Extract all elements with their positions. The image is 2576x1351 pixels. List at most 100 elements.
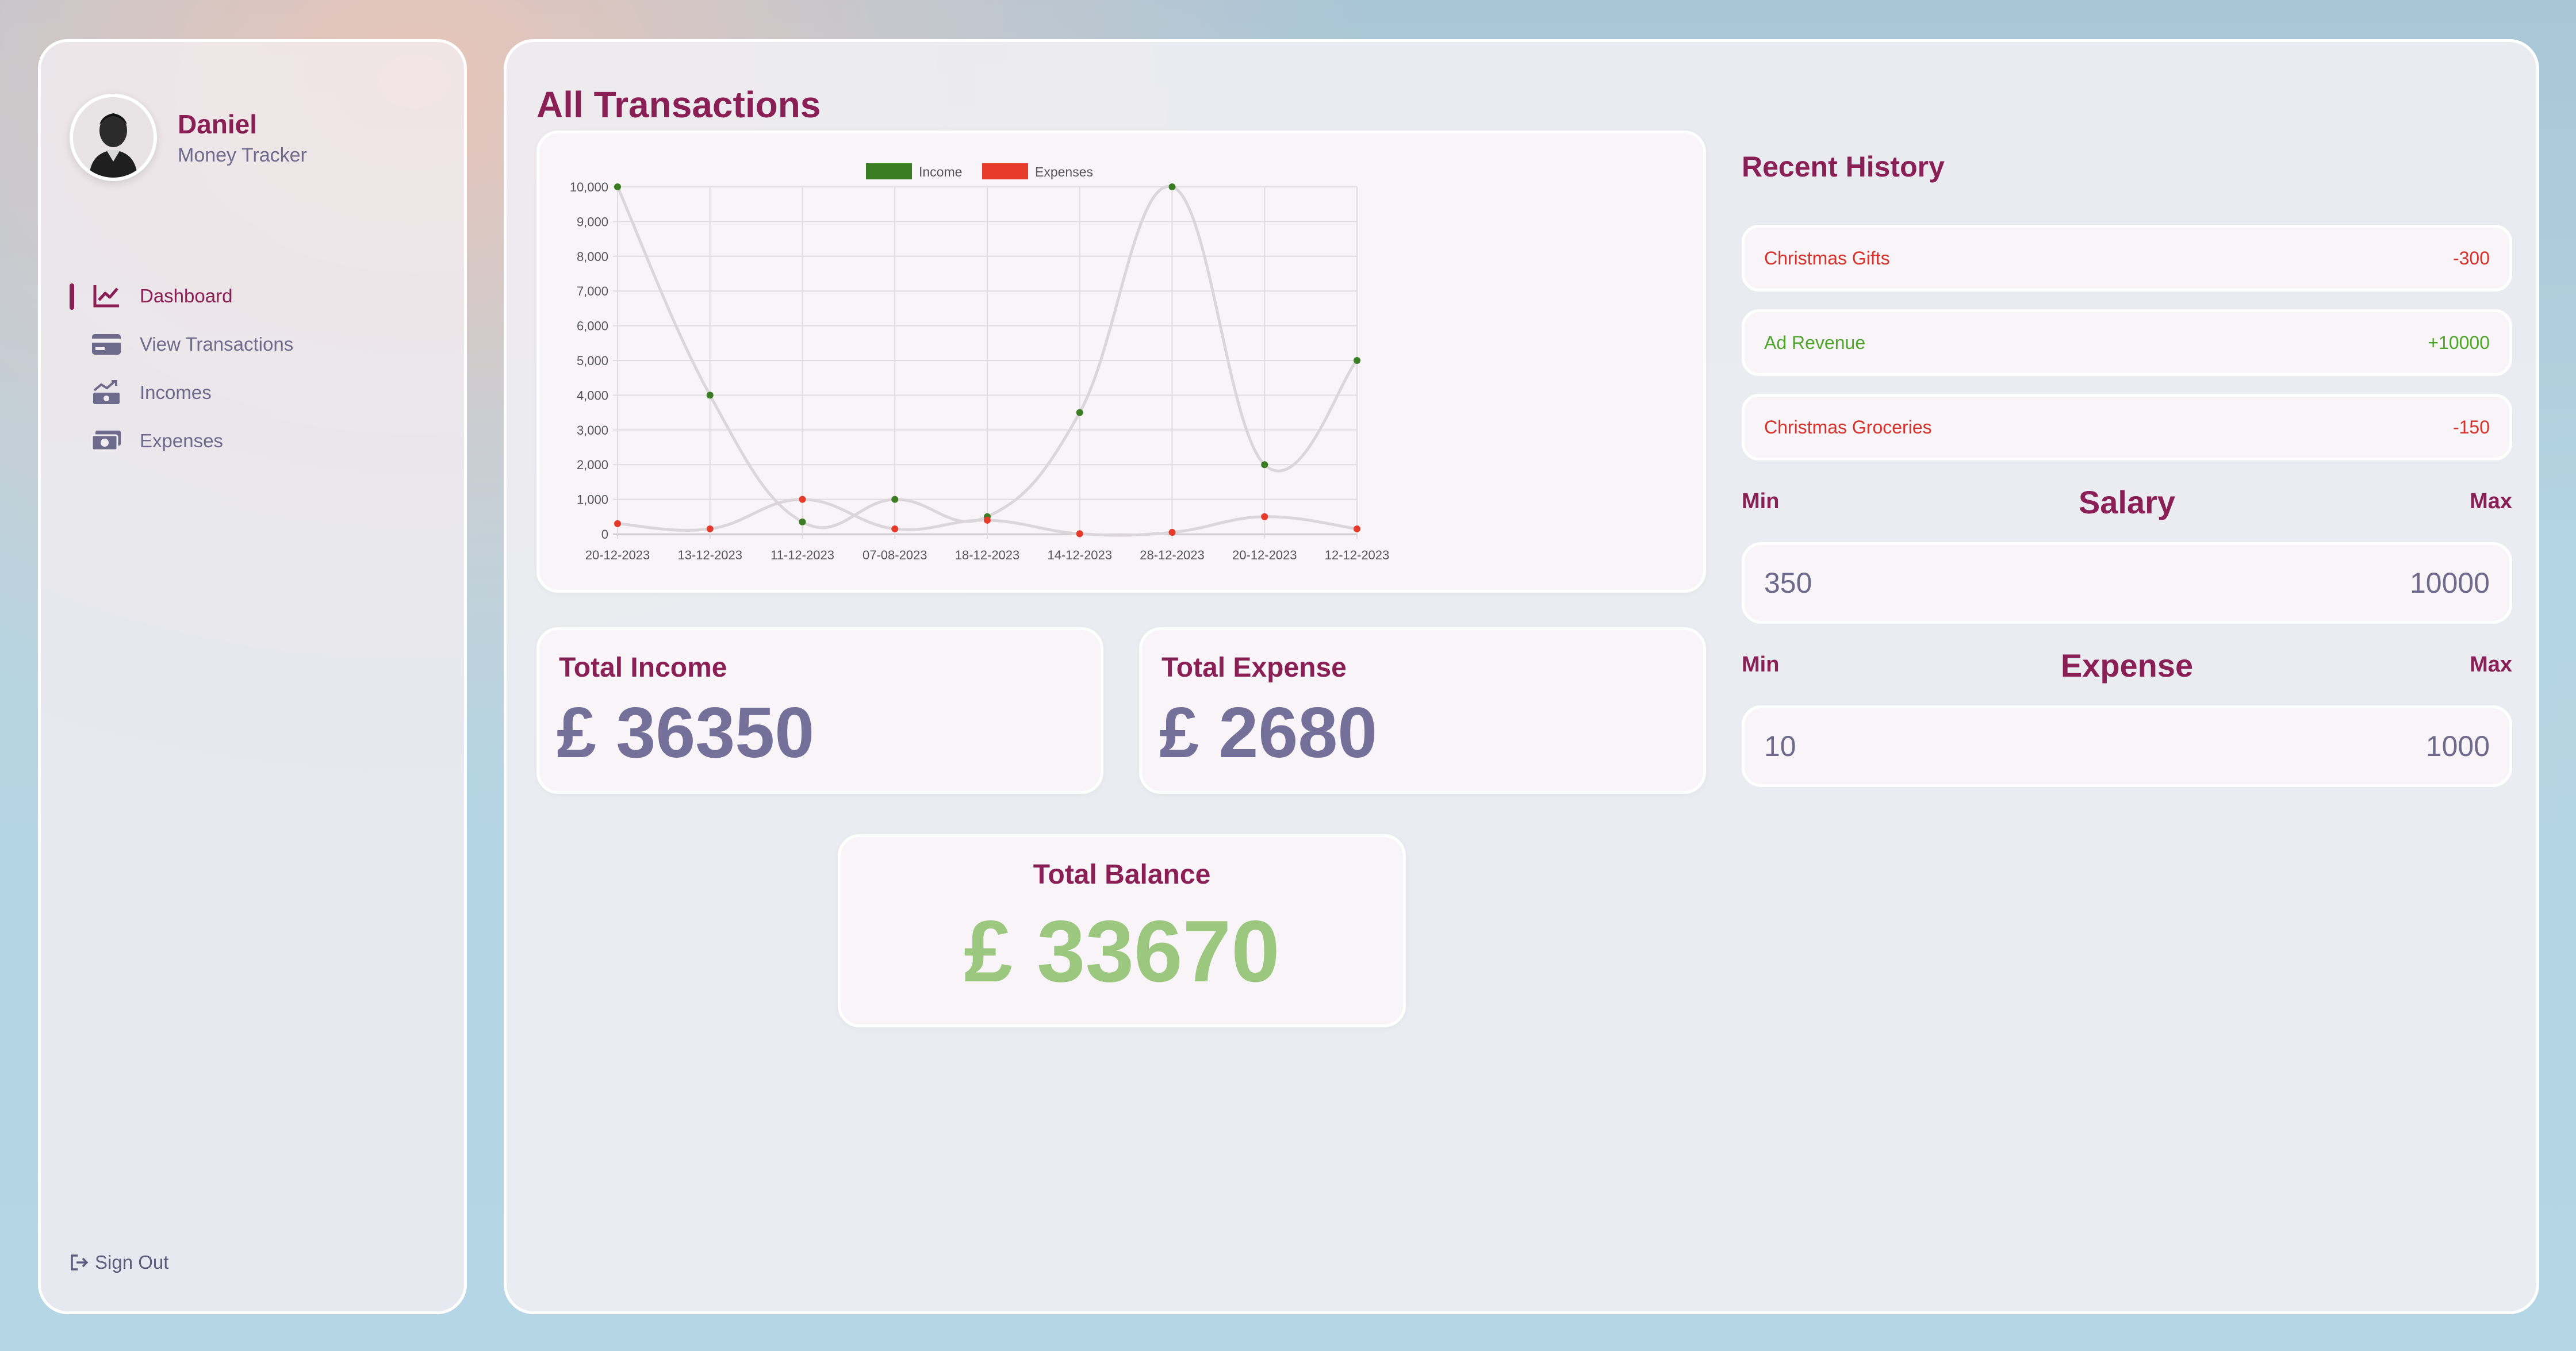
- x-tick-label: 20-12-2023: [1232, 548, 1297, 562]
- data-point-expenses: [799, 496, 806, 503]
- history-item: Christmas Gifts -300: [1742, 225, 2512, 291]
- page-title: All Transactions: [536, 84, 821, 125]
- expense-range-box: 10 1000: [1742, 705, 2512, 787]
- history-item-name: Christmas Gifts: [1764, 247, 1890, 268]
- history-item-name: Christmas Groceries: [1764, 416, 1932, 437]
- data-point-expenses: [1261, 513, 1268, 520]
- total-income-value: £ 36350: [557, 693, 815, 773]
- salary-range-box: 350 10000: [1742, 542, 2512, 624]
- y-tick-label: 9,000: [577, 214, 608, 229]
- total-income-card: Total Income £ 36350: [536, 627, 1103, 794]
- total-balance-value: £ 33670: [964, 903, 1280, 1000]
- history-item: Ad Revenue +10000: [1742, 309, 2512, 376]
- x-tick-label: 20-12-2023: [585, 548, 650, 562]
- history-item-name: Ad Revenue: [1764, 332, 1866, 353]
- sidebar-item-dashboard[interactable]: Dashboard: [41, 272, 464, 320]
- avatar: [70, 94, 157, 181]
- credit-card-icon: [90, 331, 122, 358]
- expense-min-label: Min: [1742, 653, 1780, 677]
- history-item: Christmas Groceries -150: [1742, 394, 2512, 460]
- sign-out-button[interactable]: Sign Out: [70, 1252, 168, 1273]
- expense-max-label: Max: [2470, 653, 2512, 677]
- salary-max-label: Max: [2470, 489, 2512, 513]
- total-balance-card: Total Balance £ 33670: [838, 834, 1406, 1027]
- profile-role: Money Tracker: [178, 144, 307, 166]
- sidebar-item-view-transactions[interactable]: View Transactions: [41, 320, 464, 369]
- sidebar-item-expenses[interactable]: Expenses: [41, 417, 464, 465]
- total-balance-label: Total Balance: [1033, 859, 1211, 890]
- y-tick-label: 4,000: [577, 388, 608, 402]
- y-tick-label: 5,000: [577, 354, 608, 368]
- history-item-amount: +10000: [2428, 332, 2490, 353]
- legend-label: Expenses: [1035, 164, 1093, 179]
- money-bill-icon: [90, 427, 122, 455]
- data-point-income: [891, 496, 899, 503]
- sign-out-icon: [71, 1254, 89, 1271]
- data-point-expenses: [706, 525, 714, 532]
- y-tick-label: 10,000: [570, 180, 608, 194]
- history-item-amount: -300: [2452, 247, 2490, 268]
- main-panel: All Transactions 0 1,000 2,000 3,000 4,000 5,…: [504, 39, 2539, 1314]
- expense-title: Expense: [2060, 647, 2194, 684]
- sidebar: Daniel Money Tracker Dashboard View Tran…: [38, 39, 467, 1314]
- profile-name: Daniel: [178, 109, 258, 139]
- x-tick-label: 14-12-2023: [1047, 548, 1112, 562]
- salary-min-value: 350: [1764, 567, 1812, 599]
- profile: Daniel Money Tracker: [70, 94, 307, 181]
- transactions-chart: 0 1,000 2,000 3,000 4,000 5,000 6,000 7,000 8,00…: [570, 163, 1390, 562]
- total-expense-value: £ 2680: [1159, 693, 1378, 773]
- x-tick-label: 28-12-2023: [1140, 548, 1205, 562]
- total-income-label: Total Income: [559, 653, 727, 683]
- data-point-expenses: [984, 516, 991, 524]
- expense-min-value: 10: [1764, 730, 1796, 762]
- salary-max-value: 10000: [2409, 567, 2490, 599]
- avatar-portrait-icon: [73, 97, 154, 178]
- data-point-expenses: [1168, 528, 1176, 536]
- y-tick-label: 7,000: [577, 284, 608, 298]
- expense-range-header: Expense Min Max: [1742, 647, 2512, 684]
- history-item-amount: -150: [2452, 416, 2490, 437]
- data-point-expenses: [891, 525, 899, 532]
- sidebar-item-label: Dashboard: [140, 285, 233, 306]
- data-point-income: [1076, 409, 1083, 416]
- sidebar-item-label: Expenses: [140, 430, 223, 451]
- money-trend-icon: [90, 379, 122, 406]
- recent-history-title: Recent History: [1742, 151, 1945, 183]
- x-tick-label: 07-08-2023: [862, 548, 927, 562]
- data-point-income: [1354, 357, 1360, 364]
- data-point-income: [799, 518, 806, 525]
- sidebar-item-label: Incomes: [140, 382, 212, 403]
- y-tick-label: 3,000: [577, 423, 608, 437]
- x-tick-label: 13-12-2023: [677, 548, 742, 562]
- chart-line-icon: [90, 282, 122, 310]
- salary-range-header: Salary Min Max: [1742, 483, 2512, 520]
- x-tick-label: 11-12-2023: [770, 548, 834, 562]
- data-point-income: [1261, 461, 1268, 469]
- total-expense-label: Total Expense: [1162, 653, 1347, 683]
- transactions-chart-card: 0 1,000 2,000 3,000 4,000 5,000 6,000 7,000 8,00…: [536, 131, 1706, 593]
- y-tick-label: 6,000: [577, 319, 608, 333]
- sidebar-item-incomes[interactable]: Incomes: [41, 369, 464, 417]
- sidebar-nav: Dashboard View Transactions Incomes Expe…: [41, 272, 464, 465]
- legend-label: Income: [919, 164, 962, 179]
- data-point-expenses: [1076, 530, 1083, 538]
- salary-min-label: Min: [1742, 489, 1780, 513]
- y-tick-label: 2,000: [577, 458, 608, 472]
- legend-swatch-expenses: [982, 163, 1028, 179]
- y-tick-label: 1,000: [577, 493, 608, 507]
- x-tick-label: 18-12-2023: [955, 548, 1020, 562]
- data-point-expenses: [1354, 525, 1360, 532]
- sidebar-item-label: View Transactions: [140, 333, 294, 355]
- x-tick-label: 12-12-2023: [1325, 548, 1390, 562]
- y-tick-label: 0: [601, 527, 608, 542]
- total-expense-card: Total Expense £ 2680: [1139, 627, 1706, 794]
- legend-swatch-income: [866, 163, 912, 179]
- data-point-income: [1168, 183, 1176, 190]
- data-point-expenses: [614, 520, 621, 527]
- sign-out-label: Sign Out: [95, 1252, 169, 1273]
- y-tick-label: 8,000: [577, 250, 608, 264]
- data-point-income: [706, 392, 714, 399]
- data-point-income: [614, 183, 621, 190]
- expense-max-value: 1000: [2425, 730, 2490, 762]
- salary-title: Salary: [2078, 484, 2176, 520]
